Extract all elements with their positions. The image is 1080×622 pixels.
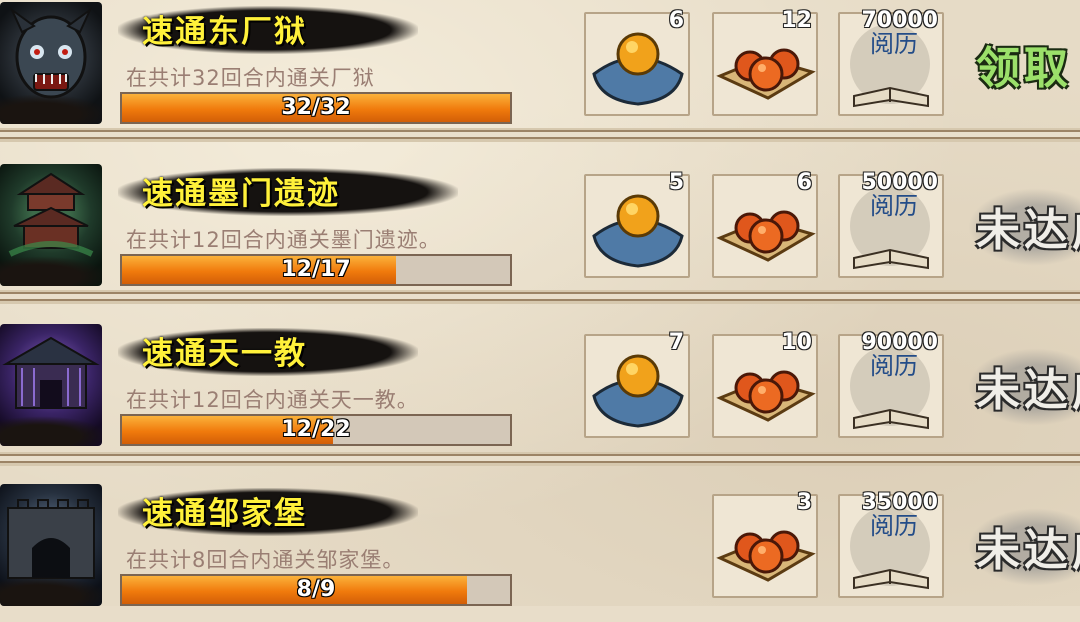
task-row-tianyi: 速通天一教 在共计12回合内通关天一教。 12/22 7 10 阅历 90000	[0, 322, 1080, 462]
reward-count: 5	[668, 170, 684, 195]
boss-portrait-dongchang	[0, 2, 102, 124]
not-achieved-button[interactable]: 未达成	[968, 184, 1080, 272]
task-description: 在共计32回合内通关厂狱	[126, 66, 375, 90]
task-title: 速通墨门遗迹	[142, 176, 340, 212]
experience-book-label: 阅历	[870, 193, 918, 220]
reward-count: 7	[668, 330, 684, 355]
experience-book-label: 阅历	[870, 353, 918, 380]
reward-count: 10	[781, 330, 812, 355]
reward-slot-experience[interactable]: 阅历 35000	[838, 490, 944, 598]
reward-count: 6	[796, 170, 812, 195]
boss-portrait-zoujiabao	[0, 484, 102, 606]
boss-portrait-momen	[0, 164, 102, 286]
not-achieved-label: 未达成	[976, 205, 1080, 256]
reward-slot-fruits[interactable]: 6	[712, 170, 818, 278]
claim-button-label: 领取	[976, 43, 1072, 94]
reward-count: 90000	[861, 330, 938, 355]
reward-count: 3	[796, 490, 812, 515]
reward-slot-fruits[interactable]: 3	[712, 490, 818, 598]
progress-text: 12/17	[281, 257, 351, 282]
progress-text: 32/32	[281, 95, 351, 120]
reward-slot-gold-orb[interactable]: 7	[584, 330, 690, 438]
reward-slot-fruits[interactable]: 12	[712, 8, 818, 116]
row-divider	[0, 290, 1080, 304]
row-divider	[0, 128, 1080, 142]
reward-slot-experience[interactable]: 阅历 70000	[838, 8, 944, 116]
claim-button[interactable]: 领取	[968, 22, 1080, 110]
experience-book-label: 阅历	[870, 31, 918, 58]
reward-count: 35000	[861, 490, 938, 515]
progress-bar: 12/17	[120, 254, 512, 286]
not-achieved-button[interactable]: 未达成	[968, 504, 1080, 592]
progress-text: 12/22	[281, 417, 351, 442]
task-title: 速通天一教	[142, 336, 307, 372]
progress-text: 8/9	[296, 577, 336, 602]
task-description: 在共计8回合内通关邹家堡。	[126, 548, 405, 572]
progress-bar: 32/32	[120, 92, 512, 124]
reward-slot-experience[interactable]: 阅历 90000	[838, 330, 944, 438]
not-achieved-label: 未达成	[976, 365, 1080, 416]
reward-slot-experience[interactable]: 阅历 50000	[838, 170, 944, 278]
task-description: 在共计12回合内通关天一教。	[126, 388, 419, 412]
reward-slot-gold-orb[interactable]: 6	[584, 8, 690, 116]
task-row-zoujiabao: 速通邹家堡 在共计8回合内通关邹家堡。 8/9 3 阅历 35000 未达成	[0, 482, 1080, 622]
task-title: 速通邹家堡	[142, 496, 307, 532]
not-achieved-button[interactable]: 未达成	[968, 344, 1080, 432]
row-divider	[0, 452, 1080, 466]
task-title: 速通东厂狱	[142, 14, 307, 50]
reward-count: 50000	[861, 170, 938, 195]
task-row-momen: 速通墨门遗迹 在共计12回合内通关墨门遗迹。 12/17 5 6 阅历 5000…	[0, 162, 1080, 302]
progress-bar: 8/9	[120, 574, 512, 606]
reward-slot-gold-orb[interactable]: 5	[584, 170, 690, 278]
reward-count: 6	[668, 8, 684, 33]
not-achieved-label: 未达成	[976, 525, 1080, 576]
task-description: 在共计12回合内通关墨门遗迹。	[126, 228, 441, 252]
task-row-dongchang: 速通东厂狱 在共计32回合内通关厂狱 32/32 6 12 阅历 70000 领…	[0, 0, 1080, 140]
boss-portrait-tianyi	[0, 324, 102, 446]
reward-count: 70000	[861, 8, 938, 33]
reward-count: 12	[781, 8, 812, 33]
progress-bar: 12/22	[120, 414, 512, 446]
experience-book-label: 阅历	[870, 513, 918, 540]
reward-slot-fruits[interactable]: 10	[712, 330, 818, 438]
